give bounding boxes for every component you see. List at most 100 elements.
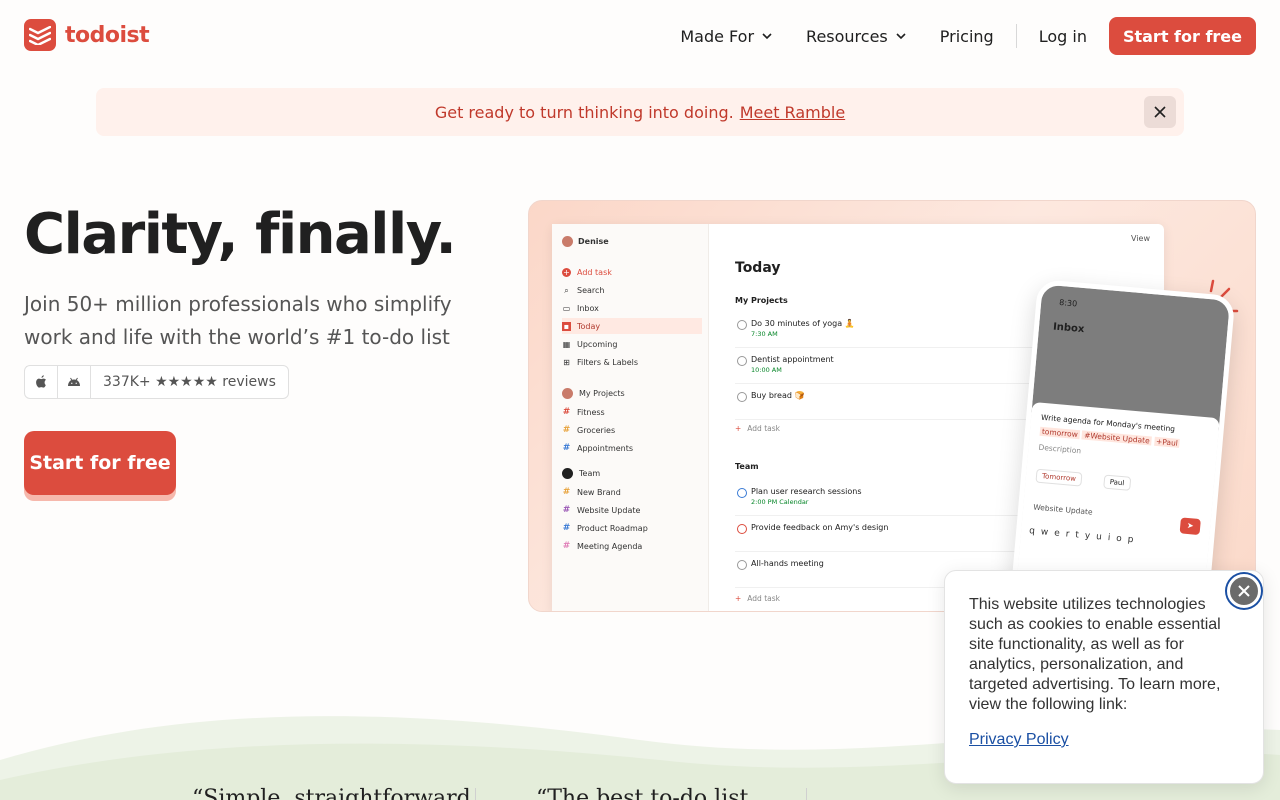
mock-task-title: Provide feedback on Amy's design — [751, 523, 889, 532]
mock-team-project-label: New Brand — [577, 487, 621, 497]
app-preview-image: Denise + Add task ⌕ Search ▭ Inbox ▪ Tod… — [528, 200, 1256, 612]
mock-team: Team — [562, 468, 600, 479]
plus-icon: + — [562, 267, 571, 277]
privacy-policy-link[interactable]: Privacy Policy — [969, 731, 1069, 749]
mock-add-task-label: Add task — [747, 424, 780, 433]
nav-made-for-label: Made For — [680, 26, 755, 46]
avatar — [562, 388, 573, 399]
nav-divider — [1015, 24, 1017, 48]
mock-project: # Groceries — [562, 422, 702, 438]
quote-divider — [806, 788, 807, 800]
chevron-down-icon — [762, 33, 772, 40]
mock-task-meta: 7:30 AM — [751, 330, 778, 338]
cookie-consent-dialog: This website utilizes technologies such … — [944, 570, 1264, 784]
mock-page-title: Today — [735, 260, 781, 276]
mock-project-label: Fitness — [577, 407, 605, 417]
meet-ramble-link[interactable]: Meet Ramble — [740, 103, 845, 122]
apple-icon[interactable] — [25, 366, 58, 398]
send-icon: ➤ — [1179, 517, 1201, 536]
mock-task-title: Do 30 minutes of yoga 🧘 — [751, 319, 855, 328]
banner-text: Get ready to turn thinking into doing. — [434, 102, 734, 122]
mock-upcoming-label: Upcoming — [577, 339, 618, 349]
mock-team-project: # Meeting Agenda — [562, 538, 702, 554]
nav-links: Made For Resources Pricing Log in Start … — [664, 17, 1256, 55]
mock-team-project-label: Product Roadmap — [577, 523, 648, 533]
nav-pricing[interactable]: Pricing — [924, 17, 1010, 55]
inbox-icon: ▭ — [562, 303, 571, 313]
mock-team-label: Team — [579, 469, 601, 478]
mock-user: Denise — [562, 236, 609, 247]
app-badges: 337K+ ★★★★★ reviews — [24, 365, 289, 399]
android-icon[interactable] — [58, 366, 91, 398]
mock-my-projects-label: My Projects — [579, 389, 625, 398]
phone-time: 8:30 — [1058, 297, 1078, 309]
mock-project-label: Groceries — [577, 425, 616, 435]
reviews-count: 337K+ ★★★★★ reviews — [103, 374, 276, 390]
phone-app-mock: 8:30 Inbox Write agenda for Monday's mee… — [1008, 279, 1236, 611]
mock-task-meta: 10:00 AM — [751, 366, 782, 374]
mock-add-task: + Add task — [735, 424, 780, 433]
mock-task-title: Buy bread 🍞 — [751, 391, 805, 400]
phone-tag: tomorrow — [1039, 426, 1081, 440]
quote-divider — [475, 788, 476, 800]
hash-icon: # — [562, 487, 571, 497]
mock-section-title: My Projects — [735, 296, 788, 305]
mock-sidebar: Denise + Add task ⌕ Search ▭ Inbox ▪ Tod… — [552, 224, 709, 611]
mock-view-button: View — [1131, 234, 1150, 243]
mock-team-project: # Website Update — [562, 502, 702, 518]
mock-today-label: Today — [577, 321, 601, 331]
hash-icon: # — [562, 425, 571, 435]
banner-close-button[interactable] — [1144, 96, 1176, 128]
nav-made-for[interactable]: Made For — [664, 17, 790, 55]
nav-resources[interactable]: Resources — [790, 17, 924, 55]
mock-inbox-label: Inbox — [577, 303, 599, 313]
phone-person-chip: Paul — [1103, 474, 1131, 491]
mock-my-projects: My Projects — [562, 388, 625, 399]
mock-task-title: Dentist appointment — [751, 355, 834, 364]
cookie-message: This website utilizes technologies such … — [969, 596, 1221, 713]
nav-resources-label: Resources — [806, 26, 888, 46]
phone-project: Website Update — [1032, 502, 1093, 517]
close-icon — [1154, 106, 1166, 118]
mock-project-label: Appointments — [577, 443, 634, 453]
mock-project: # Fitness — [562, 404, 702, 420]
mock-task-title: Plan user research sessions — [751, 487, 862, 496]
mock-section-title: Team — [735, 462, 759, 471]
start-for-free-button[interactable]: Start for free — [1108, 17, 1256, 55]
phone-keyboard: qwertyuiop — [1028, 526, 1140, 546]
hash-icon: # — [562, 523, 571, 533]
mock-filters: ⊞ Filters & Labels — [562, 354, 702, 370]
mock-user-name: Denise — [578, 237, 609, 246]
mock-task-title: All-hands meeting — [751, 559, 824, 568]
mock-today: ▪ Today — [562, 318, 702, 334]
mock-add-task: + Add task — [735, 594, 780, 603]
grid-icon: ⊞ — [563, 357, 570, 367]
mock-project: # Appointments — [562, 440, 702, 456]
mock-team-project: # Product Roadmap — [562, 520, 702, 536]
hash-icon: # — [562, 443, 571, 453]
login-link[interactable]: Log in — [1023, 17, 1103, 55]
testimonial-quote: “Simple, straightforward — [192, 786, 471, 800]
mock-add-task-label: Add task — [747, 594, 780, 603]
top-nav: todoist Made For Resources Pricing Log i… — [0, 0, 1280, 70]
mock-team-project-label: Website Update — [577, 505, 641, 515]
search-icon: ⌕ — [564, 285, 569, 295]
phone-date-chip: Tomorrow — [1035, 468, 1083, 487]
hash-icon: # — [562, 541, 571, 551]
calendar-today-icon: ▪ — [562, 321, 571, 331]
todoist-logo[interactable]: todoist — [24, 19, 150, 51]
mock-upcoming: ▦ Upcoming — [562, 336, 702, 352]
logo-wordmark: todoist — [65, 22, 150, 48]
mock-add-task: + Add task — [562, 264, 702, 280]
mock-team-project-label: Meeting Agenda — [577, 541, 643, 551]
hash-icon: # — [562, 407, 571, 417]
calendar-icon: ▦ — [562, 339, 571, 349]
hero-title: Clarity, finally. — [24, 202, 457, 267]
mock-team-project: # New Brand — [562, 484, 702, 500]
mock-task-meta: 2:00 PM Calendar — [751, 498, 809, 506]
avatar — [562, 236, 573, 247]
mock-add-task-label: Add task — [577, 267, 612, 277]
mock-search: ⌕ Search — [562, 282, 702, 298]
hero-start-for-free-button[interactable]: Start for free — [24, 431, 176, 495]
phone-tag: #Website Update — [1081, 430, 1153, 446]
